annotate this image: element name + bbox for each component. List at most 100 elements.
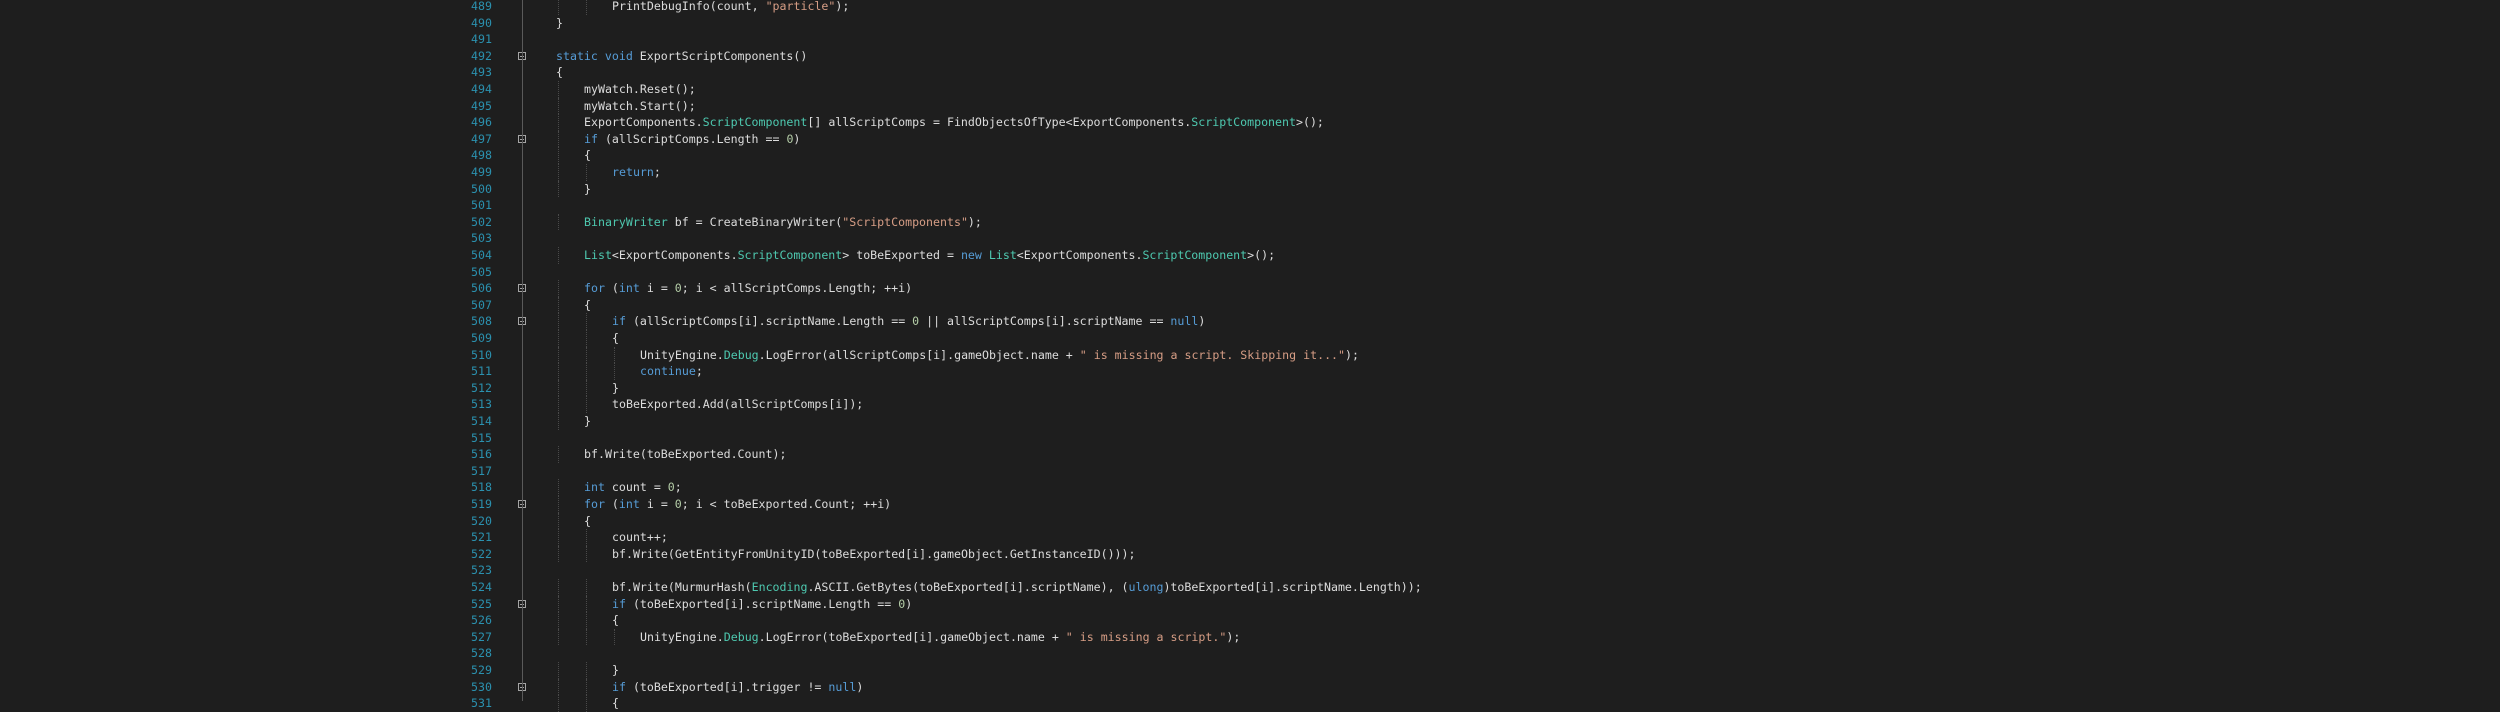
code-token: [] allScriptComps = FindObjectsOfType<Ex…: [807, 115, 1192, 130]
code-token: toBeExported.Add(allScriptComps[i]);: [612, 397, 864, 412]
code-token: "particle": [765, 0, 836, 13]
code-text[interactable]: {: [584, 297, 591, 314]
code-text[interactable]: bf.Write(toBeExported.Count);: [584, 446, 786, 463]
line-number: 490: [471, 15, 492, 30]
code-line[interactable]: 501: [0, 197, 2500, 214]
code-line[interactable]: 513 toBeExported.Add(allScriptComps[i]);: [0, 396, 2500, 413]
code-line[interactable]: 522 bf.Write(GetEntityFromUnityID(toBeExp…: [0, 545, 2500, 563]
code-line[interactable]: 524 bf.Write(MurmurHash(Encoding.ASCII.Ge…: [0, 579, 2500, 596]
code-line[interactable]: 530 if (toBeExported[i].trigger != null): [0, 678, 2500, 696]
code-line[interactable]: 498 {: [0, 147, 2500, 164]
code-token: int: [618, 497, 640, 511]
code-text[interactable]: toBeExported.Add(allScriptComps[i]);: [612, 396, 863, 413]
code-line[interactable]: 502 BinaryWriter bf = CreateBinaryWriter(…: [0, 213, 2500, 231]
code-line[interactable]: 531 {: [0, 695, 2500, 712]
code-line[interactable]: 527 UnityEngine.Debug.LogError(toBeExport…: [0, 628, 2500, 646]
code-line[interactable]: 504 List<ExportComponents.ScriptComponent…: [0, 247, 2500, 264]
code-text[interactable]: if (toBeExported[i].trigger != null): [612, 679, 863, 696]
code-token: ): [905, 596, 913, 611]
code-editor[interactable]: 489 PrintDebugInfo(count, "particle"); 490…: [0, 0, 2500, 712]
code-line[interactable]: 497 if (allScriptComps.Length == 0): [0, 130, 2500, 148]
code-line[interactable]: 519 for (int i = 0; i < toBeExported.Coun…: [0, 496, 2500, 513]
line-number: 508: [471, 314, 492, 329]
code-text[interactable]: BinaryWriter bf = CreateBinaryWriter("Sc…: [584, 214, 982, 231]
code-text[interactable]: myWatch.Reset();: [584, 81, 696, 98]
code-token: 0: [674, 281, 682, 296]
code-line[interactable]: 521 count++;: [0, 529, 2500, 546]
code-token: " is missing a script. Skipping it...": [1079, 347, 1346, 362]
code-line[interactable]: 511 continue;: [0, 363, 2500, 380]
code-line[interactable]: 492 static void ExportScriptComponents(): [0, 48, 2500, 65]
code-line[interactable]: 510 UnityEngine.Debug.LogError(allScriptC…: [0, 346, 2500, 364]
code-line[interactable]: 491: [0, 31, 2500, 48]
code-text[interactable]: {: [584, 147, 591, 164]
code-text[interactable]: if (toBeExported[i].scriptName.Length ==…: [612, 596, 912, 613]
code-text[interactable]: }: [612, 662, 619, 679]
code-line[interactable]: 509 {: [0, 330, 2500, 347]
code-text[interactable]: bf.Write(MurmurHash(Encoding.ASCII.GetBy…: [612, 579, 1422, 596]
code-text[interactable]: for (int i = 0; i < allScriptComps.Lengt…: [584, 280, 912, 297]
code-text[interactable]: if (allScriptComps.Length == 0): [584, 131, 800, 148]
indent-guide: [558, 512, 559, 530]
code-line[interactable]: 514}: [0, 413, 2500, 430]
code-text[interactable]: count++;: [612, 529, 668, 546]
code-text[interactable]: }: [584, 413, 591, 430]
code-line[interactable]: 507 {: [0, 296, 2500, 314]
code-line[interactable]: 526 {: [0, 612, 2500, 629]
line-number: 503: [471, 231, 492, 246]
code-text[interactable]: for (int i = 0; i < toBeExported.Count; …: [584, 496, 891, 513]
code-text[interactable]: {: [584, 513, 591, 530]
code-text[interactable]: {: [612, 695, 619, 712]
code-token: PrintDebugInfo(count,: [612, 0, 766, 13]
line-number: 521: [471, 530, 492, 545]
code-line[interactable]: 512}: [0, 379, 2500, 397]
code-line[interactable]: 525 if (toBeExported[i].scriptName.Length…: [0, 595, 2500, 613]
code-text[interactable]: {: [612, 330, 619, 347]
indent-guide: [558, 479, 559, 496]
code-line[interactable]: 489 PrintDebugInfo(count, "particle");: [0, 0, 2500, 15]
code-text[interactable]: UnityEngine.Debug.LogError(allScriptComp…: [640, 347, 1359, 364]
code-line[interactable]: 503: [0, 230, 2500, 247]
code-line[interactable]: 495 myWatch.Start();: [0, 97, 2500, 115]
code-line[interactable]: 528: [0, 645, 2500, 662]
code-text[interactable]: }: [584, 181, 591, 198]
code-line[interactable]: 517: [0, 463, 2500, 480]
indent-guide: [586, 164, 587, 181]
code-text[interactable]: ExportComponents.ScriptComponent[] allSc…: [584, 114, 1324, 131]
code-line[interactable]: 515: [0, 430, 2500, 447]
code-text[interactable]: {: [612, 612, 619, 629]
code-text[interactable]: int count = 0;: [584, 479, 682, 496]
code-text[interactable]: PrintDebugInfo(count, "particle");: [612, 0, 849, 15]
code-text[interactable]: continue;: [640, 363, 703, 380]
code-line[interactable]: 490}: [0, 15, 2500, 32]
code-line[interactable]: 520 {: [0, 512, 2500, 530]
code-line[interactable]: 508 if (allScriptComps[i].scriptName.Leng…: [0, 313, 2500, 330]
code-line[interactable]: 505: [0, 264, 2500, 281]
code-line[interactable]: 493 {: [0, 64, 2500, 81]
code-line[interactable]: 499 return;: [0, 164, 2500, 181]
code-text[interactable]: UnityEngine.Debug.LogError(toBeExported[…: [640, 629, 1240, 646]
code-line[interactable]: 494 myWatch.Reset();: [0, 81, 2500, 98]
code-line[interactable]: 523: [0, 562, 2500, 579]
indent-guide: [558, 545, 559, 563]
code-text[interactable]: static void ExportScriptComponents(): [556, 48, 807, 65]
code-line[interactable]: 529}: [0, 662, 2500, 679]
code-text[interactable]: return;: [612, 164, 661, 181]
code-token: ScriptComponent: [737, 248, 843, 262]
code-text[interactable]: List<ExportComponents.ScriptComponent> t…: [584, 247, 1275, 264]
code-token: Debug: [723, 629, 759, 644]
line-number: 510: [471, 347, 492, 362]
code-text[interactable]: bf.Write(GetEntityFromUnityID(toBeExport…: [612, 546, 1136, 563]
code-line[interactable]: 506 for (int i = 0; i < allScriptComps.Le…: [0, 280, 2500, 297]
code-token: >();: [1295, 115, 1324, 130]
code-line[interactable]: 496 ExportComponents.ScriptComponent[] al…: [0, 114, 2500, 131]
code-text[interactable]: {: [556, 64, 563, 81]
code-text[interactable]: }: [556, 15, 563, 32]
code-text[interactable]: myWatch.Start();: [584, 98, 696, 115]
code-line[interactable]: 518 int count = 0;: [0, 479, 2500, 496]
line-number: 528: [471, 646, 492, 661]
code-line[interactable]: 516 bf.Write(toBeExported.Count);: [0, 446, 2500, 463]
code-text[interactable]: }: [612, 380, 619, 397]
code-line[interactable]: 500}: [0, 180, 2500, 198]
code-text[interactable]: if (allScriptComps[i].scriptName.Length …: [612, 313, 1205, 330]
